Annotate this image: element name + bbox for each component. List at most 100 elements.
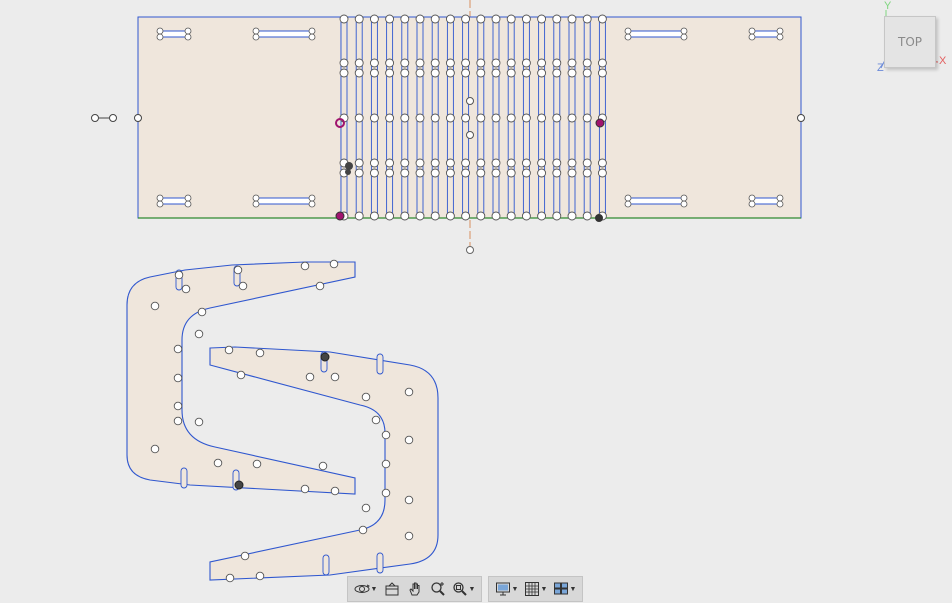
slot-end-point[interactable]	[400, 113, 410, 123]
construction-point[interactable]	[797, 114, 805, 122]
slot-end-point[interactable]	[400, 14, 410, 24]
slot-end-point[interactable]	[597, 168, 607, 178]
slot-end-point[interactable]	[476, 68, 486, 78]
construction-point[interactable]	[252, 459, 262, 469]
slot-end-point[interactable]	[354, 211, 364, 221]
fold-slot[interactable]	[376, 552, 384, 574]
slot-end-point[interactable]	[582, 58, 592, 68]
construction-point[interactable]	[381, 430, 391, 440]
slot-end-point[interactable]	[582, 113, 592, 123]
slot-end-point[interactable]	[567, 68, 577, 78]
slot-end-point[interactable]	[567, 158, 577, 168]
slot-end-point[interactable]	[506, 68, 516, 78]
corner-slot[interactable]	[751, 30, 781, 38]
slot-end-point[interactable]	[156, 194, 164, 202]
construction-point[interactable]	[381, 459, 391, 469]
slot-end-point[interactable]	[567, 58, 577, 68]
selected-point[interactable]	[320, 352, 330, 362]
corner-slot[interactable]	[159, 30, 189, 38]
slot-end-point[interactable]	[491, 58, 501, 68]
construction-point[interactable]	[358, 525, 368, 535]
construction-point[interactable]	[174, 270, 184, 280]
slot-end-point[interactable]	[476, 14, 486, 24]
construction-point[interactable]	[330, 486, 340, 496]
slot-end-point[interactable]	[445, 14, 455, 24]
slot-end-point[interactable]	[385, 211, 395, 221]
slot-end-point[interactable]	[156, 33, 164, 41]
slot-end-point[interactable]	[466, 131, 474, 139]
slot-end-point[interactable]	[597, 158, 607, 168]
slot-end-point[interactable]	[252, 27, 260, 35]
slot-end-point[interactable]	[476, 158, 486, 168]
construction-point[interactable]	[173, 401, 183, 411]
slot-end-point[interactable]	[461, 211, 471, 221]
slot-end-point[interactable]	[491, 68, 501, 78]
slot-end-point[interactable]	[445, 211, 455, 221]
slot-end-point[interactable]	[552, 168, 562, 178]
slot-end-point[interactable]	[466, 97, 474, 105]
construction-point[interactable]	[371, 415, 381, 425]
corner-slot[interactable]	[627, 197, 685, 205]
construction-point[interactable]	[173, 344, 183, 354]
slot-end-point[interactable]	[476, 211, 486, 221]
slot-end-point[interactable]	[430, 211, 440, 221]
slot-end-point[interactable]	[461, 68, 471, 78]
slot-end-point[interactable]	[156, 27, 164, 35]
construction-point[interactable]	[224, 345, 234, 355]
slot-end-point[interactable]	[400, 168, 410, 178]
slot-end-point[interactable]	[537, 211, 547, 221]
slot-end-point[interactable]	[385, 158, 395, 168]
slot-end-point[interactable]	[624, 27, 632, 35]
slot-end-point[interactable]	[369, 113, 379, 123]
slot-end-point[interactable]	[476, 168, 486, 178]
slot-end-point[interactable]	[597, 14, 607, 24]
slot-end-point[interactable]	[521, 113, 531, 123]
slot-end-point[interactable]	[552, 14, 562, 24]
construction-point[interactable]	[173, 373, 183, 383]
grid-settings-button[interactable]: ▼	[521, 578, 550, 600]
slot-end-point[interactable]	[776, 200, 784, 208]
corner-slot[interactable]	[255, 30, 313, 38]
selected-point[interactable]	[345, 169, 351, 175]
construction-point[interactable]	[361, 392, 371, 402]
slot-end-point[interactable]	[415, 158, 425, 168]
slot-end-point[interactable]	[624, 194, 632, 202]
slot-end-point[interactable]	[776, 27, 784, 35]
slot-end-point[interactable]	[582, 14, 592, 24]
slot-end-point[interactable]	[339, 14, 349, 24]
construction-point[interactable]	[173, 416, 183, 426]
slot-end-point[interactable]	[491, 14, 501, 24]
slot-end-point[interactable]	[597, 58, 607, 68]
corner-slot[interactable]	[751, 197, 781, 205]
slot-end-point[interactable]	[369, 168, 379, 178]
construction-point[interactable]	[305, 372, 315, 382]
slot-end-point[interactable]	[430, 113, 440, 123]
slot-end-point[interactable]	[308, 27, 316, 35]
corner-slot[interactable]	[159, 197, 189, 205]
slot-end-point[interactable]	[521, 211, 531, 221]
construction-point[interactable]	[404, 387, 414, 397]
selected-point[interactable]	[595, 118, 605, 128]
slot-end-point[interactable]	[415, 14, 425, 24]
slot-end-point[interactable]	[748, 33, 756, 41]
slot-end-point[interactable]	[552, 158, 562, 168]
construction-point[interactable]	[150, 301, 160, 311]
slot-end-point[interactable]	[582, 158, 592, 168]
slot-end-point[interactable]	[354, 14, 364, 24]
fit-button[interactable]: ▼	[449, 578, 478, 600]
slot-end-point[interactable]	[537, 168, 547, 178]
construction-point[interactable]	[134, 114, 142, 122]
slot-end-point[interactable]	[491, 211, 501, 221]
slot-end-point[interactable]	[430, 58, 440, 68]
slot-end-point[interactable]	[252, 33, 260, 41]
slot-end-point[interactable]	[156, 200, 164, 208]
slot-end-point[interactable]	[461, 58, 471, 68]
construction-point[interactable]	[194, 329, 204, 339]
slot-end-point[interactable]	[567, 14, 577, 24]
construction-point[interactable]	[300, 261, 310, 271]
slot-end-point[interactable]	[184, 194, 192, 202]
construction-point[interactable]	[255, 571, 265, 581]
slot-end-point[interactable]	[369, 58, 379, 68]
slot-end-point[interactable]	[521, 168, 531, 178]
slot-end-point[interactable]	[308, 194, 316, 202]
